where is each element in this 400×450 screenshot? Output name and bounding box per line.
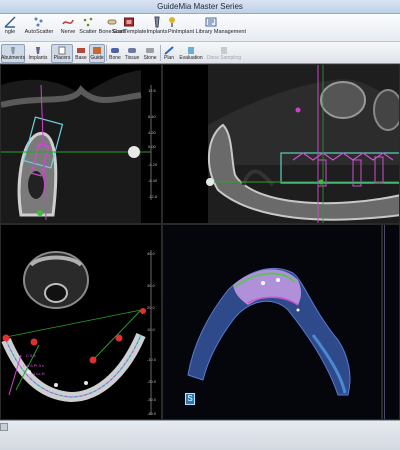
mode-bone-label: Bone (109, 55, 121, 61)
plan-icon (164, 46, 174, 55)
cross-ruler-label: 4.20 (148, 130, 157, 135)
mode-base-button[interactable]: Base (74, 44, 88, 63)
evaluation-icon (188, 47, 194, 54)
axial-ruler-label: -20.0 (147, 379, 157, 384)
guide-icon (93, 47, 101, 54)
mode-plan-label: Plan (163, 55, 174, 61)
stone-icon (146, 48, 154, 53)
render3d-image (187, 268, 351, 396)
cross-ruler-label: 12.6 (148, 88, 157, 93)
axial-image: C 0.5 C 0.5 Pt 3 c 1 Lc H 40.0 30.0 20.0… (1, 250, 157, 416)
toolbar-pin-button[interactable]: Pin (166, 15, 178, 41)
toolbar-scatter-label: Scatter (79, 29, 97, 35)
cross-ruler-label: 0.00 (148, 144, 157, 149)
orientation-badge[interactable]: S (185, 393, 195, 405)
panoramic-handle[interactable] (206, 178, 214, 186)
axial-ruler-label: -30.0 (147, 397, 157, 402)
cross-section-view[interactable]: 12.6 8.40 4.20 0.00 -4.20 -8.40 -12.6 (0, 64, 162, 224)
pin-icon (169, 17, 175, 27)
toolbar-autoscatter-button[interactable]: AutoScatter (22, 15, 56, 41)
axial-ruler-label: 10.0 (147, 327, 156, 332)
toolbar-autoscatter-label: AutoScatter (24, 29, 54, 35)
toolbar-scatter-button[interactable]: Scatter (78, 15, 98, 41)
panoramic-view[interactable] (162, 64, 400, 224)
axial-ruler-label: 30.0 (147, 283, 156, 288)
side-view-strip[interactable] (382, 224, 400, 420)
placer-icon (58, 46, 66, 55)
render3d-view[interactable]: S (162, 224, 382, 420)
mode-implants-label: Implants (28, 55, 48, 61)
axial-ruler-label: -10.0 (147, 357, 157, 362)
toolbar-implants-label: Implants (146, 29, 168, 35)
toolbar-separator (160, 45, 161, 61)
cross-ruler-label: -12.6 (148, 194, 158, 199)
nerve-icon (62, 19, 74, 25)
implants-icon (154, 16, 160, 28)
auto-scatter-icon (34, 17, 43, 27)
toolbar-nerve-button[interactable]: Nerve (58, 15, 78, 41)
mode-abutments-label: Abutments (1, 55, 25, 61)
mode-stone-label: Stone (143, 55, 157, 61)
abutment-icon (11, 47, 15, 54)
implant-icon (36, 47, 40, 54)
mode-placers-button[interactable]: Placers (51, 44, 73, 63)
done-sampling-icon (221, 47, 227, 54)
toolbar-implant-library-button[interactable]: Implant Library Management (176, 15, 246, 41)
toolbar-implants-button[interactable]: Implants (146, 15, 168, 41)
axial-ruler-label: 40.0 (147, 251, 156, 256)
cross-section-image: 12.6 8.40 4.20 0.00 -4.20 -8.40 -12.6 (1, 70, 158, 223)
cross-section-handle[interactable] (128, 146, 140, 158)
main-toolbar: ngle AutoScatter Nerve Scatter Bone Graf… (0, 14, 400, 42)
mode-done-sampling-button[interactable]: Done Sampling (206, 44, 242, 63)
title-bar: GuideMia Master Series (0, 0, 400, 14)
axial-annotation: C 0.5 (26, 353, 36, 358)
toolbar-nerve-label: Nerve (60, 29, 76, 35)
mode-placers-label: Placers (53, 55, 71, 61)
toolbar-angle-label: ngle (4, 29, 16, 35)
mode-bone-button[interactable]: Bone (108, 44, 122, 63)
mode-tissue-button[interactable]: Tissue (124, 44, 140, 63)
panoramic-image (206, 65, 399, 223)
scan-template-icon (124, 17, 134, 27)
base-icon (77, 48, 85, 53)
mode-toolbar: Abutments Implants Placers Base Guide Bo… (0, 42, 400, 64)
angle-icon (4, 16, 16, 28)
scroll-button[interactable] (0, 423, 8, 431)
scatter-icon (83, 17, 93, 27)
cross-ruler-label: -4.20 (148, 162, 158, 167)
mode-tissue-label: Tissue (124, 55, 140, 61)
toolbar-implant-library-label: Implant Library Management (176, 29, 247, 35)
axial-view[interactable]: C 0.5 C 0.5 Pt 3 c 1 Lc H 40.0 30.0 20.0… (0, 224, 162, 420)
mode-plan-button[interactable]: Plan (162, 44, 176, 63)
mode-stone-button[interactable]: Stone (142, 44, 158, 63)
tissue-icon (128, 48, 136, 53)
axial-ruler-label: -40.0 (147, 411, 157, 416)
toolbar-pin-label: Pin (168, 29, 176, 35)
mode-evaluation-label: Evaluation (179, 55, 203, 61)
cross-ruler-label: 8.40 (148, 114, 157, 119)
mode-done-sampling-label: Done Sampling (206, 55, 242, 61)
cross-ruler-label: -8.40 (148, 178, 158, 183)
axial-ruler-label: 20.0 (147, 305, 156, 310)
axial-annotation: 1 Lc H (33, 371, 45, 376)
window-title: GuideMia Master Series (157, 2, 243, 11)
toolbar-separator (106, 45, 107, 61)
toolbar-scantemplate-button[interactable]: ScanTemplate (110, 15, 148, 41)
toolbar-scantemplate-label: ScanTemplate (111, 29, 147, 35)
axial-annotation: C 0.5 Pt 3 c (23, 363, 44, 368)
mode-implants-button[interactable]: Implants (27, 44, 49, 63)
mode-abutments-button[interactable]: Abutments (1, 44, 25, 63)
view-divider (384, 225, 385, 419)
mode-guide-label: Guide (90, 55, 104, 61)
toolbar-angle-button[interactable]: ngle (2, 15, 18, 41)
status-bar (0, 420, 400, 450)
mode-base-label: Base (75, 55, 87, 61)
mode-guide-button[interactable]: Guide (89, 44, 105, 63)
bone-icon (111, 48, 119, 53)
implant-library-icon (205, 17, 217, 27)
mode-evaluation-button[interactable]: Evaluation (178, 44, 204, 63)
